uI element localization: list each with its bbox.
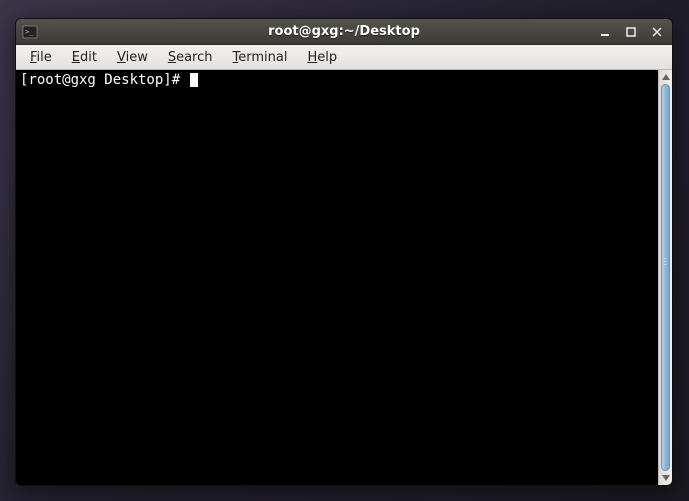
menu-search[interactable]: Search (160, 48, 221, 67)
text-cursor (190, 73, 198, 87)
scroll-up-button[interactable] (659, 70, 672, 84)
close-button[interactable] (648, 23, 666, 41)
vertical-scrollbar[interactable] (658, 70, 672, 485)
menu-help[interactable]: Help (299, 48, 345, 67)
scroll-down-button[interactable] (659, 471, 672, 485)
terminal-app-icon: >_ (22, 24, 38, 40)
menubar: File Edit View Search Terminal Help (16, 45, 672, 70)
maximize-button[interactable] (622, 23, 640, 41)
window-title: root@gxg:~/Desktop (16, 24, 672, 39)
scrollbar-thumb[interactable] (661, 84, 670, 471)
menu-edit[interactable]: Edit (64, 48, 105, 67)
menu-terminal[interactable]: Terminal (225, 48, 296, 67)
terminal-window: >_ root@gxg:~/Desktop File Edit View Sea… (15, 18, 673, 486)
titlebar[interactable]: >_ root@gxg:~/Desktop (16, 19, 672, 45)
minimize-button[interactable] (596, 23, 614, 41)
menu-file[interactable]: File (22, 48, 60, 67)
menu-view[interactable]: View (109, 48, 156, 67)
terminal-area: [root@gxg Desktop]# (16, 70, 672, 485)
shell-prompt: [root@gxg Desktop]# (20, 72, 189, 88)
svg-text:>_: >_ (25, 28, 34, 36)
terminal-content[interactable]: [root@gxg Desktop]# (16, 70, 658, 485)
